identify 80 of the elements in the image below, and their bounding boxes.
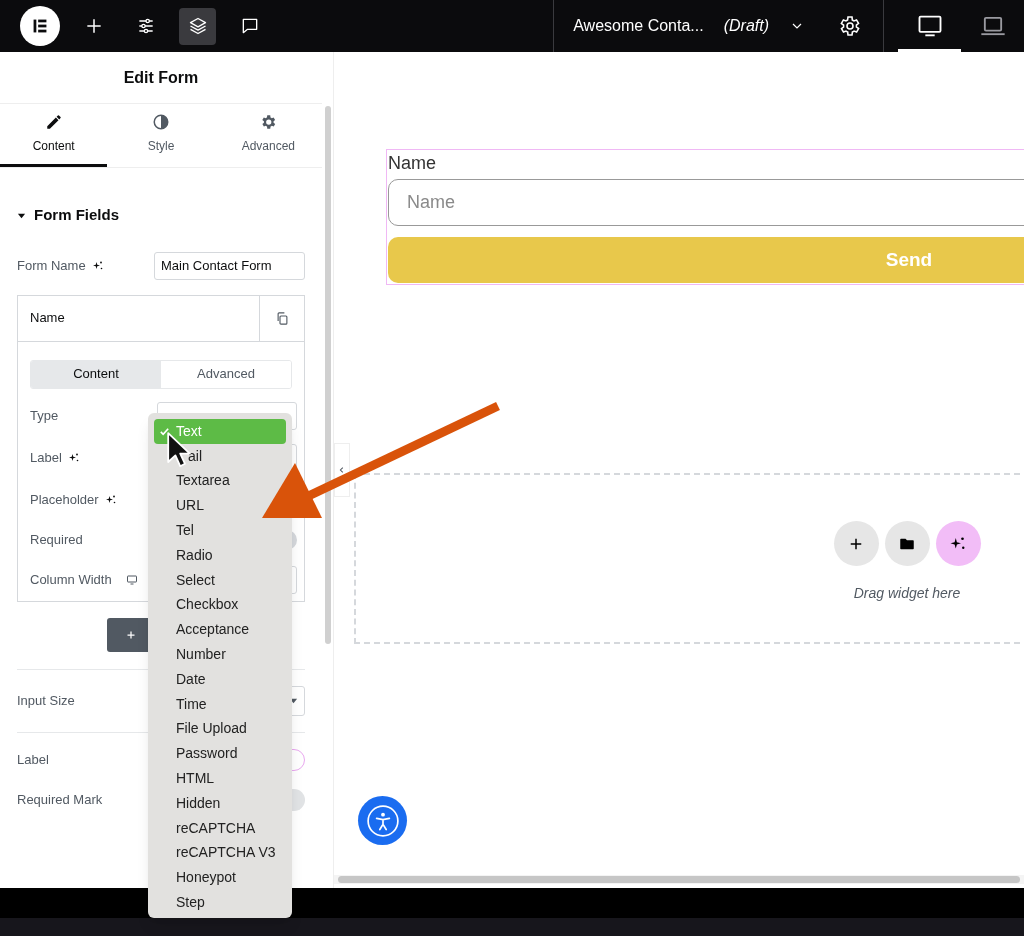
scrollbar-thumb[interactable] [324,106,331,644]
dropdown-option[interactable]: HTML [154,766,217,791]
contrast-icon [152,113,170,131]
desktop-icon[interactable] [125,573,138,586]
option-label: Hidden [176,793,221,813]
option-label: Text [176,421,202,441]
dropdown-option[interactable]: URL [154,493,206,519]
dropdown-option[interactable]: File Upload [154,716,249,742]
panel-title: Edit Form [0,52,322,104]
dropdown-option[interactable]: Honeypot [154,865,238,891]
logo-icon [20,6,60,46]
drop-hint: Drag widget here [853,584,961,603]
section-toggle[interactable]: Form Fields [17,204,305,227]
dropdown-option[interactable]: Date [154,666,208,692]
accessibility-icon [365,803,400,838]
field-label: Required Mark [17,790,103,809]
name-input[interactable]: Name [388,179,1024,226]
dropdown-option[interactable]: Radio [154,543,215,568]
option-label: reCAPTCHA V3 [176,843,276,863]
dropdown-option[interactable]: Time [154,691,209,717]
panel-tab[interactable]: Content [0,104,108,167]
ai-button[interactable] [935,521,981,566]
field-label: Input Size [17,691,75,710]
option-label: HTML [176,769,215,789]
toolbar-button[interactable] [179,7,216,45]
text-field[interactable]: Main Contact Form [154,251,305,280]
draft-status: (Draft) [723,16,769,36]
option-label: URL [176,496,204,516]
form-field-label: Name [388,152,437,175]
sparkle-icon[interactable] [104,493,117,506]
field-label: Form Name [17,256,86,275]
dropdown-option[interactable]: Password [154,741,240,767]
dropdown-option[interactable]: reCAPTCHA V3 [154,840,278,866]
chevron-left-icon [338,466,346,474]
layers-icon [187,16,208,36]
field-label: Required [30,530,83,549]
field-label: Placeholder [30,490,99,509]
dropdown-option[interactable]: Hidden [154,790,223,816]
accessibility-button[interactable] [358,796,407,845]
dropdown-option[interactable]: Checkbox [154,592,241,618]
panel-tab[interactable]: Style [107,104,215,167]
copy-icon [274,310,290,326]
option-label: Checkbox [176,595,239,615]
dropdown-option[interactable]: Textarea [154,468,232,494]
dropdown-option[interactable]: Acceptance [154,617,252,643]
option-label: Number [176,645,226,665]
check-icon [159,426,170,437]
option-label: Time [176,694,207,714]
field-label: Label [17,750,49,769]
dropdown-option[interactable]: Tel [154,518,196,543]
field-label: Type [30,406,59,425]
scrollbar-thumb[interactable] [338,876,1020,883]
option-label: Password [176,744,238,764]
settings-icon [837,14,861,38]
field-item-title[interactable]: Name [18,295,259,341]
panel-tab[interactable]: Advanced [214,104,322,167]
option-label: Tel [176,521,194,541]
sparkle-icon[interactable] [67,451,80,464]
page-title: Awesome Conta... [573,16,704,36]
dropdown-option[interactable]: Select [154,567,217,593]
option-label: ail [188,446,202,466]
sparkle-icon[interactable] [91,259,104,272]
option-label: Step [176,893,205,913]
field-label: Column Width [30,570,112,589]
option-label: Acceptance [176,620,250,640]
option-label: Honeypot [176,868,236,888]
pencil-icon [44,113,63,131]
option-label: Radio [176,545,213,565]
dropdown-option[interactable]: reCAPTCHA [154,815,258,841]
option-label: File Upload [176,719,247,739]
template-library-button[interactable] [884,521,930,566]
field-label: Label [30,448,62,467]
option-label: Textarea [176,471,230,491]
content-toggle[interactable]: Content [31,360,161,388]
option-label: Date [176,669,206,689]
settings-button[interactable] [837,14,861,38]
dropdown-option[interactable]: Step [154,890,207,915]
option-label: Select [176,570,215,590]
dropdown-option[interactable]: Number [154,642,228,667]
option-label: reCAPTCHA [176,818,256,838]
